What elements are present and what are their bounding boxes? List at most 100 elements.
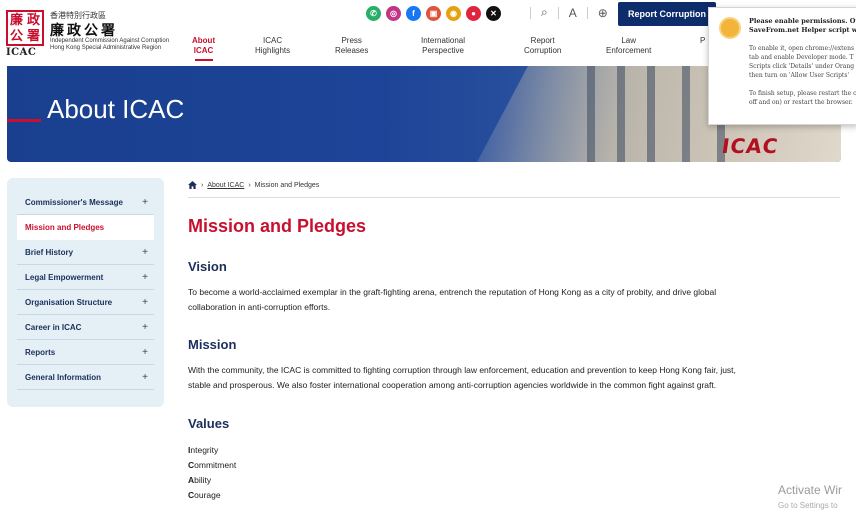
activation-watermark: Activate Wir — [778, 483, 843, 497]
logo-en-line-1: Independent Commission Against Corruptio… — [50, 38, 170, 44]
home-icon[interactable] — [188, 181, 197, 189]
sidebar-menu: Commissioner's Message + Mission and Ple… — [7, 178, 164, 407]
nav-about-icac[interactable]: About ICAC — [192, 36, 215, 61]
vision-heading: Vision — [188, 259, 227, 274]
banner-title: About ICAC — [47, 94, 185, 124]
sidebar-item-brief-history[interactable]: Brief History + — [17, 240, 154, 265]
nav-more[interactable]: P — [700, 36, 705, 46]
sidebar-item-label: Commissioner's Message — [25, 197, 123, 207]
breadcrumb-about-icac[interactable]: About ICAC — [207, 182, 244, 189]
value-item: Integrity — [188, 445, 218, 455]
nav-law-enforcement[interactable]: Law Enforcement — [606, 36, 651, 56]
mission-line-2: stable and prosperous. We also foster in… — [188, 380, 717, 390]
rednote-icon[interactable]: ● — [466, 6, 481, 21]
search-icon[interactable]: ⌕ — [541, 5, 548, 20]
nav-icac-highlights[interactable]: ICAC Highlights — [255, 36, 290, 56]
expand-icon[interactable]: + — [142, 297, 148, 308]
report-corruption-button[interactable]: Report Corruption — [618, 2, 716, 26]
x-icon[interactable]: ✕ — [486, 6, 501, 21]
value-item: Courage — [188, 490, 221, 500]
sidebar-item-commissioners-message[interactable]: Commissioner's Message + — [17, 190, 154, 215]
nav-label-2: Perspective — [422, 46, 464, 55]
savefrom-icon — [719, 17, 741, 39]
nav-international-perspective[interactable]: International Perspective — [421, 36, 465, 56]
nav-label-2: Corruption — [524, 46, 562, 55]
sidebar-item-mission-and-pledges[interactable]: Mission and Pledges — [17, 215, 154, 240]
notification-text-line: off and on) or restart the browser. — [749, 99, 853, 106]
nav-label-1: P — [700, 36, 706, 45]
divider — [557, 6, 559, 19]
icac-seal: 廉 政 公 署 — [6, 10, 44, 46]
sidebar-item-label: Mission and Pledges — [25, 223, 105, 232]
vision-line-1: To become a world-acclaimed exemplar in … — [188, 287, 717, 297]
instagram-icon[interactable]: ◎ — [386, 6, 401, 21]
sidebar-item-organisation-structure[interactable]: Organisation Structure + — [17, 290, 154, 315]
nav-press-releases[interactable]: Press Releases — [335, 36, 368, 56]
seal-char-3: 公 — [9, 28, 23, 44]
sidebar-item-legal-empowerment[interactable]: Legal Empowerment + — [17, 265, 154, 290]
logo-abbr: ICAC — [6, 47, 37, 58]
mission-line-1: With the community, the ICAC is committe… — [188, 365, 736, 375]
building-window — [587, 66, 595, 162]
building-window — [647, 66, 655, 162]
sidebar-item-label: Reports — [25, 347, 56, 357]
expand-icon[interactable]: + — [142, 272, 148, 283]
building-sign: ICAC — [720, 134, 780, 158]
social-links: ✆ ◎ f ▣ ◉ ● ✕ — [366, 6, 501, 21]
value-rest: ourage — [194, 490, 221, 500]
nav-label-2: Highlights — [255, 46, 291, 55]
notification-text-line: tab and enable Developer mode. T — [749, 54, 854, 61]
value-rest: bility — [194, 475, 212, 485]
font-size-icon[interactable]: A — [569, 6, 577, 20]
notification-title-line-1: Please enable permissions. Othe — [749, 17, 856, 25]
page-title: Mission and Pledges — [188, 216, 367, 236]
facebook-icon[interactable]: f — [406, 6, 421, 21]
notification-title-line-2: SaveFrom.net Helper script will — [749, 26, 856, 34]
nav-label-1: Press — [341, 36, 362, 45]
sidebar-item-label: Legal Empowerment — [25, 272, 104, 282]
vision-text: To become a world-acclaimed exemplar in … — [188, 285, 838, 315]
banner-accent-line — [7, 119, 41, 122]
divider — [188, 197, 840, 198]
language-icon[interactable]: ⊕ — [598, 6, 608, 20]
logo-zh-big: 廉政公署 — [50, 22, 118, 38]
expand-icon[interactable]: + — [142, 197, 148, 208]
nav-label-1: Law — [621, 36, 637, 45]
weibo-icon[interactable]: ◉ — [446, 6, 461, 21]
nav-label-2: Enforcement — [606, 46, 652, 55]
notification-text-line: To finish setup, please restart the c — [749, 90, 856, 97]
building-window — [617, 66, 625, 162]
sidebar-item-label: Brief History — [25, 247, 74, 257]
breadcrumb-separator: › — [201, 181, 204, 189]
wechat-icon[interactable]: ✆ — [366, 6, 381, 21]
building-window — [682, 66, 690, 162]
seal-char-4: 署 — [26, 28, 40, 44]
expand-icon[interactable]: + — [142, 322, 148, 333]
icac-logo[interactable]: 廉 政 公 署 ICAC 香港特別行政區 廉政公署 Independent Co… — [6, 8, 176, 58]
seal-char-2: 政 — [26, 12, 40, 28]
activation-watermark-sub: Go to Settings to — [778, 501, 838, 510]
expand-icon[interactable]: + — [142, 247, 148, 258]
expand-icon[interactable]: + — [142, 372, 148, 383]
nav-label-1: ICAC — [263, 36, 283, 45]
sidebar-item-career-in-icac[interactable]: Career in ICAC + — [17, 315, 154, 340]
breadcrumb-separator: › — [248, 181, 251, 189]
sidebar-item-general-information[interactable]: General Information + — [17, 365, 154, 390]
extension-notification[interactable]: Please enable permissions. Othe SaveFrom… — [708, 7, 856, 125]
nav-label-2: ICAC — [193, 46, 214, 55]
nav-report-corruption[interactable]: Report Corruption — [524, 36, 561, 56]
header-tools: ⌕ A ⊕ — [530, 5, 608, 20]
sidebar-item-reports[interactable]: Reports + — [17, 340, 154, 365]
expand-icon[interactable]: + — [142, 347, 148, 358]
nav-label-1: International — [421, 36, 466, 45]
nav-label-1: Report — [530, 36, 555, 45]
notification-text-line: To enable it, open chrome://extens — [749, 45, 855, 52]
logo-en-line-2: Hong Kong Special Administrative Region — [50, 45, 162, 51]
values-heading: Values — [188, 416, 230, 431]
notification-text-line: Scripts click 'Details' under Orang — [749, 63, 855, 70]
sidebar-item-label: General Information — [25, 372, 102, 382]
value-rest: ommitment — [194, 460, 237, 470]
value-item: Ability — [188, 475, 211, 485]
app-icon[interactable]: ▣ — [426, 6, 441, 21]
nav-label-2: Releases — [335, 46, 369, 55]
